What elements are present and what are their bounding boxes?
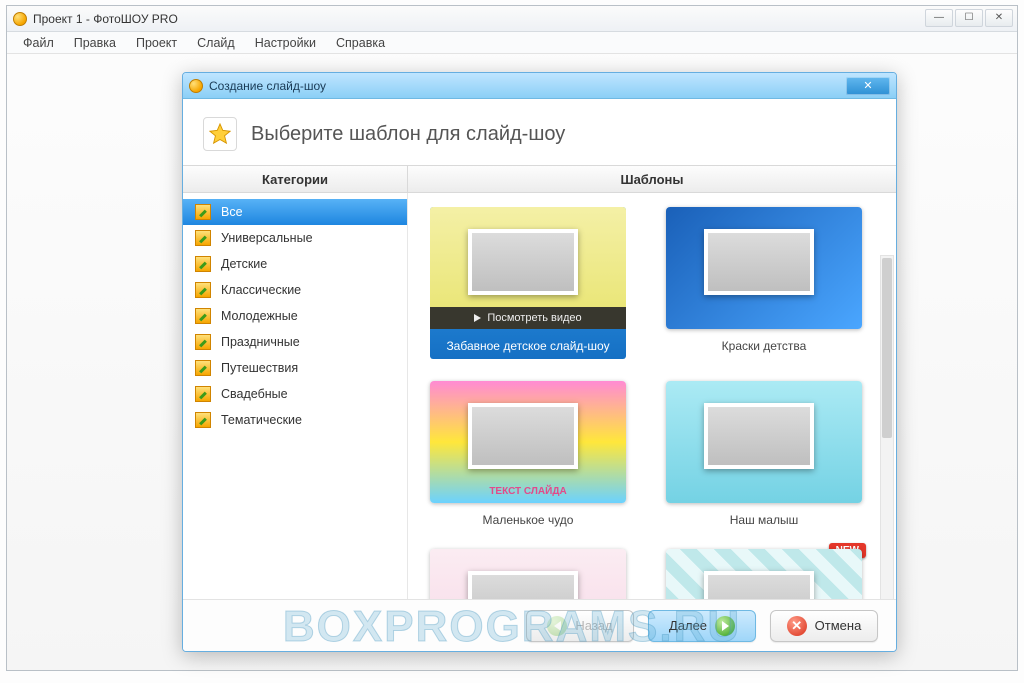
template-title: Маленькое чудо <box>483 513 574 527</box>
menu-project[interactable]: Проект <box>126 34 187 52</box>
category-label: Свадебные <box>221 387 288 401</box>
category-item[interactable]: Свадебные <box>183 381 407 407</box>
category-icon <box>195 256 211 272</box>
photo-placeholder <box>468 229 578 295</box>
preview-video-button[interactable]: Посмотреть видео <box>430 307 626 329</box>
menu-slide[interactable]: Слайд <box>187 34 245 52</box>
template-thumbnail[interactable]: Посмотреть видео <box>430 207 626 329</box>
next-label: Далее <box>669 618 707 633</box>
arrow-right-icon <box>715 616 735 636</box>
category-icon <box>195 282 211 298</box>
category-label: Все <box>221 205 243 219</box>
template-card[interactable]: Краски детства <box>666 207 862 359</box>
next-button[interactable]: Далее <box>648 610 756 642</box>
dialog-titlebar[interactable]: Создание слайд-шоу ✕ <box>183 73 896 99</box>
menu-edit[interactable]: Правка <box>64 34 126 52</box>
category-icon <box>195 204 211 220</box>
photo-placeholder <box>704 229 814 295</box>
main-title: Проект 1 - ФотоШОУ PRO <box>33 12 178 26</box>
category-label: Путешествия <box>221 361 298 375</box>
category-item[interactable]: Все <box>183 199 407 225</box>
categories-sidebar: Все Универсальные Детские Классические Молод… <box>183 193 408 623</box>
template-title: Забавное детское слайд-шоу <box>446 339 609 353</box>
template-card[interactable]: Посмотреть видео Забавное детское слайд-ш… <box>430 207 626 359</box>
main-window: Проект 1 - ФотоШОУ PRO — ☐ ✕ Файл Правка… <box>6 5 1018 671</box>
category-label: Универсальные <box>221 231 313 245</box>
category-label: Молодежные <box>221 309 298 323</box>
scrollbar-thumb[interactable] <box>882 258 892 438</box>
category-icon <box>195 386 211 402</box>
template-card[interactable]: ТЕКСТ СЛАЙДА Маленькое чудо <box>430 381 626 527</box>
dialog-header: Выберите шаблон для слайд-шоу <box>183 99 896 165</box>
template-thumbnail[interactable]: ТЕКСТ СЛАЙДА <box>430 381 626 503</box>
create-slideshow-dialog: Создание слайд-шоу ✕ Выберите шаблон для… <box>182 72 897 652</box>
maximize-button[interactable]: ☐ <box>955 9 983 27</box>
dialog-heading: Выберите шаблон для слайд-шоу <box>251 123 565 146</box>
menu-help[interactable]: Справка <box>326 34 395 52</box>
template-card[interactable]: Наш малыш <box>666 381 862 527</box>
template-title: Наш малыш <box>730 513 798 527</box>
main-titlebar: Проект 1 - ФотоШОУ PRO — ☐ ✕ <box>7 6 1017 32</box>
category-label: Тематические <box>221 413 302 427</box>
columns-header: Категории Шаблоны <box>183 165 896 193</box>
back-button[interactable]: Назад <box>526 610 634 642</box>
templates-pane: Посмотреть видео Забавное детское слайд-ш… <box>408 193 896 623</box>
category-icon <box>195 412 211 428</box>
thumbnail-text: ТЕКСТ СЛАЙДА <box>430 486 626 497</box>
category-item[interactable]: Универсальные <box>183 225 407 251</box>
templates-scrollbar[interactable] <box>880 255 894 652</box>
category-item[interactable]: Детские <box>183 251 407 277</box>
template-title: Краски детства <box>722 339 807 353</box>
cancel-icon: ✕ <box>787 616 807 636</box>
menu-settings[interactable]: Настройки <box>245 34 326 52</box>
minimize-button[interactable]: — <box>925 9 953 27</box>
category-item[interactable]: Молодежные <box>183 303 407 329</box>
col-header-categories: Категории <box>183 166 408 192</box>
category-item[interactable]: Классические <box>183 277 407 303</box>
category-label: Классические <box>221 283 301 297</box>
cancel-label: Отмена <box>815 618 862 633</box>
cancel-button[interactable]: ✕ Отмена <box>770 610 878 642</box>
category-icon <box>195 230 211 246</box>
play-icon <box>474 314 481 322</box>
app-icon <box>13 12 27 26</box>
category-item[interactable]: Тематические <box>183 407 407 433</box>
category-icon <box>195 360 211 376</box>
photo-placeholder <box>704 403 814 469</box>
col-header-templates: Шаблоны <box>408 166 896 192</box>
dialog-close-button[interactable]: ✕ <box>846 77 890 95</box>
template-thumbnail[interactable] <box>666 381 862 503</box>
arrow-left-icon <box>547 616 567 636</box>
dialog-footer: Назад Далее ✕ Отмена <box>183 599 896 651</box>
category-label: Детские <box>221 257 267 271</box>
category-item[interactable]: Путешествия <box>183 355 407 381</box>
preview-label: Посмотреть видео <box>487 312 581 324</box>
star-icon <box>203 117 237 151</box>
template-thumbnail[interactable] <box>666 207 862 329</box>
category-icon <box>195 334 211 350</box>
menubar: Файл Правка Проект Слайд Настройки Справ… <box>7 32 1017 54</box>
category-label: Праздничные <box>221 335 300 349</box>
dialog-title: Создание слайд-шоу <box>209 79 326 93</box>
close-button[interactable]: ✕ <box>985 9 1013 27</box>
category-icon <box>195 308 211 324</box>
dialog-icon <box>189 79 203 93</box>
menu-file[interactable]: Файл <box>13 34 64 52</box>
back-label: Назад <box>575 618 612 633</box>
photo-placeholder <box>468 403 578 469</box>
category-item[interactable]: Праздничные <box>183 329 407 355</box>
